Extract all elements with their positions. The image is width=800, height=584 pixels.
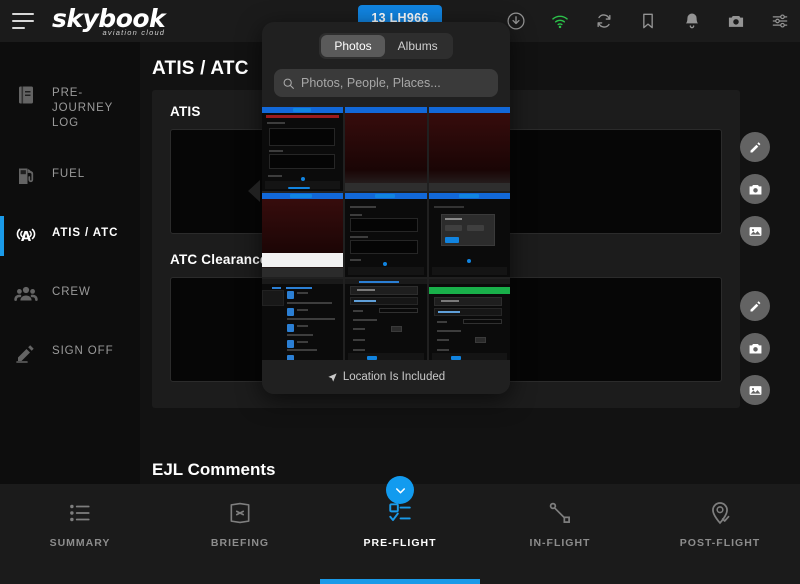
camera-icon xyxy=(749,184,761,194)
photo-search-bar[interactable] xyxy=(274,69,498,97)
chevron-down-icon xyxy=(395,487,405,493)
sidebar-item-label: SIGN OFF xyxy=(52,345,114,357)
bell-icon[interactable] xyxy=(682,11,702,31)
bottom-nav-label: IN-FLIGHT xyxy=(529,537,591,549)
route-icon xyxy=(549,502,570,523)
bottom-nav-label: SUMMARY xyxy=(49,537,111,549)
image-icon xyxy=(749,385,761,395)
sidebar-item-fuel[interactable]: FUEL xyxy=(0,153,140,201)
ejl-comments-title: EJL Comments xyxy=(152,460,276,479)
briefing-doc-icon xyxy=(230,502,250,524)
location-included-label: Location Is Included xyxy=(342,371,446,383)
menu-icon[interactable] xyxy=(12,13,34,29)
bottom-nav-label: BRIEFING xyxy=(210,537,270,549)
popover-tabs: Photos Albums xyxy=(262,33,510,59)
app-root: skybook aviation cloud 13 LH966 PRE-JOUR… xyxy=(0,0,800,584)
atis-edit-button[interactable] xyxy=(740,132,770,162)
photo-grid xyxy=(262,107,510,363)
bottom-nav-item-in-flight[interactable]: IN-FLIGHT xyxy=(480,500,640,549)
sidebar-item-label: ATIS / ATC xyxy=(52,227,119,239)
svg-text:A: A xyxy=(21,230,31,245)
sidebar-item-crew[interactable]: CREW xyxy=(0,271,140,319)
camera-icon xyxy=(749,343,761,353)
sidebar-item-atis-atc[interactable]: A ATIS / ATC xyxy=(0,212,140,260)
location-arrow-icon xyxy=(328,372,337,382)
popover-caret xyxy=(248,180,260,202)
bottom-nav-item-summary[interactable]: SUMMARY xyxy=(0,500,160,549)
atc-gallery-button[interactable] xyxy=(740,375,770,405)
camera-icon[interactable] xyxy=(726,11,746,31)
atis-action-buttons xyxy=(740,132,770,246)
sidebar-item-label: CREW xyxy=(52,286,91,298)
scroll-down-button[interactable] xyxy=(386,476,414,504)
home-indicator xyxy=(320,579,480,584)
brand-logo: skybook aviation cloud xyxy=(52,3,166,37)
thumb-image-options-dialog[interactable] xyxy=(428,193,510,277)
location-included-footer: Location Is Included xyxy=(262,360,510,394)
wifi-icon[interactable] xyxy=(550,11,570,31)
thumb-file-list[interactable] xyxy=(262,279,344,363)
pin-check-icon xyxy=(712,502,730,525)
sign-off-pen-icon xyxy=(16,345,34,363)
atis-camera-button[interactable] xyxy=(740,174,770,204)
tab-albums[interactable]: Albums xyxy=(385,35,451,57)
image-icon xyxy=(749,226,761,236)
sidebar-item-label: FUEL xyxy=(52,168,85,180)
fuel-pump-icon xyxy=(19,168,34,184)
pencil-icon xyxy=(750,300,760,311)
thumb-dark-red-photo-2[interactable] xyxy=(428,107,510,191)
bottom-nav-label: PRE-FLIGHT xyxy=(363,537,437,549)
tab-photos[interactable]: Photos xyxy=(321,35,385,57)
photo-picker-popover: Photos Albums Photos, People, Places... … xyxy=(262,22,510,394)
thumb-journey-log-blue[interactable] xyxy=(345,279,427,363)
atc-edit-button[interactable] xyxy=(740,291,770,321)
sidebar-item-pre-journey-log[interactable]: PRE-JOURNEY LOG xyxy=(0,72,140,142)
sync-icon[interactable] xyxy=(594,11,614,31)
top-bar-icons xyxy=(506,0,790,42)
bottom-nav-item-post-flight[interactable]: POST-FLIGHT xyxy=(640,500,800,549)
bottom-nav-item-pre-flight[interactable]: PRE-FLIGHT xyxy=(320,500,480,549)
bottom-nav-item-briefing[interactable]: BRIEFING xyxy=(160,500,320,549)
thumb-dark-red-photo-3[interactable] xyxy=(262,193,344,277)
atc-action-buttons xyxy=(740,291,770,405)
atc-camera-button[interactable] xyxy=(740,333,770,363)
bookmark-icon[interactable] xyxy=(638,11,658,31)
sidebar-item-label: PRE-JOURNEY LOG xyxy=(52,87,114,129)
thumb-journey-log-green[interactable] xyxy=(428,279,510,363)
sidebar-item-sign-off[interactable]: SIGN OFF xyxy=(0,330,140,378)
sidebar: PRE-JOURNEY LOG FUEL A ATIS / ATC CREW S… xyxy=(0,42,140,484)
download-icon[interactable] xyxy=(506,11,526,31)
crew-people-icon xyxy=(14,286,38,301)
thumb-journey-log-form[interactable] xyxy=(262,107,344,191)
bottom-nav-label: POST-FLIGHT xyxy=(679,537,761,549)
atis-gallery-button[interactable] xyxy=(740,216,770,246)
settings-sliders-icon[interactable] xyxy=(770,11,790,31)
list-icon xyxy=(70,504,90,522)
brand-name: skybook xyxy=(52,3,166,33)
pencil-icon xyxy=(750,141,760,152)
search-input[interactable] xyxy=(301,76,490,90)
book-icon xyxy=(19,86,33,104)
thumb-atis-form[interactable] xyxy=(345,193,427,277)
antenna-icon: A xyxy=(16,228,36,245)
search-icon xyxy=(283,78,294,89)
thumb-dark-red-photo-1[interactable] xyxy=(345,107,427,191)
